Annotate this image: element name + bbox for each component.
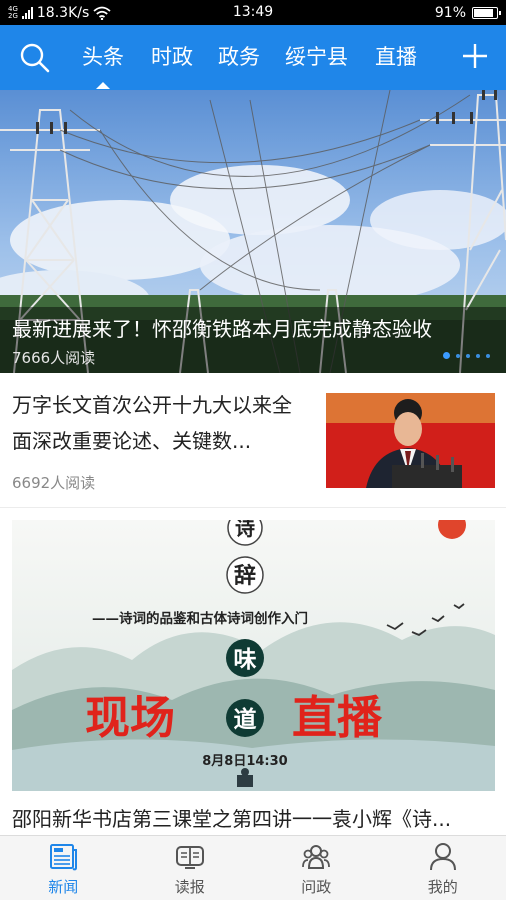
news-title: 万字长文首次公开十九大以来全面深改重要论述、关键数... (12, 393, 292, 453)
hero-title: 最新进展来了！怀邵衡铁路本月底完成静态验收 (12, 317, 432, 341)
poster-image: 诗 辞 ——诗词的品鉴和古体诗词创作入门 味 现场 道 直播 8月8日14:30 (12, 520, 495, 791)
poster-char-3: 味 (234, 646, 257, 673)
reader-icon (175, 846, 204, 869)
tabs-fade (412, 25, 448, 90)
news-item-large[interactable]: 诗 辞 ——诗词的品鉴和古体诗词创作入门 味 现场 道 直播 8月8日14:30… (0, 508, 506, 835)
thumbnail-image (326, 393, 495, 488)
newspaper-icon (50, 844, 78, 871)
poster-datetime: 8月8日14:30 (202, 754, 287, 769)
news-title: 邵阳新华书店第三课堂之第四讲一一袁小辉《诗... (12, 807, 452, 831)
battery-fill (474, 8, 494, 17)
carousel-dot[interactable] (466, 353, 470, 358)
people-icon (302, 845, 331, 869)
nav-reader[interactable]: 读报 (127, 836, 254, 900)
carousel-indicator (443, 352, 490, 359)
hero-read-count: 7666人阅读 (12, 349, 96, 367)
add-channel-button[interactable] (458, 39, 492, 73)
bottom-nav: 新闻 读报 问政 我的 (0, 835, 506, 900)
news-thumbnail (326, 393, 495, 488)
nav-inquiry[interactable]: 问政 (253, 836, 380, 900)
tab-suining[interactable]: 绥宁县 (285, 43, 348, 71)
news-item[interactable]: 万字长文首次公开十九大以来全面深改重要论述、关键数... 6692人阅读 (0, 373, 506, 508)
tab-politics[interactable]: 时政 (151, 43, 193, 71)
poster-char-4: 道 (234, 706, 257, 733)
plus-icon (463, 44, 487, 68)
nav-profile-label: 我的 (427, 878, 458, 896)
poster-headline-left: 现场 (85, 691, 175, 744)
channel-bar: 头条 时政 政务 绥宁县 直播 社 (0, 25, 506, 90)
poster-char-1: 诗 (235, 520, 255, 540)
nav-news-label: 新闻 (48, 878, 79, 896)
tab-government[interactable]: 政务 (218, 43, 260, 71)
tab-headlines[interactable]: 头条 (82, 43, 124, 89)
poster-subtitle: ——诗词的品鉴和古体诗词创作入门 (92, 610, 308, 627)
carousel-dot[interactable] (443, 352, 450, 359)
nav-profile[interactable]: 我的 (380, 836, 506, 900)
status-time: 13:49 (232, 4, 274, 20)
status-right: 91% (434, 0, 501, 25)
carousel-dot[interactable] (486, 353, 490, 358)
hero-caption: 最新进展来了！怀邵衡铁路本月底完成静态验收 7666人阅读 (0, 307, 506, 373)
battery-percent: 91% (434, 4, 466, 21)
battery-icon (472, 6, 501, 19)
news-read-count: 6692人阅读 (12, 474, 96, 492)
poster-char-2: 辞 (234, 563, 256, 589)
carousel-dot[interactable] (476, 353, 480, 358)
news-large-image: 诗 辞 ——诗词的品鉴和古体诗词创作入门 味 现场 道 直播 8月8日14:30 (12, 520, 495, 791)
carousel-dot[interactable] (456, 353, 460, 358)
hero-banner[interactable]: 最新进展来了！怀邵衡铁路本月底完成静态验收 7666人阅读 (0, 90, 506, 373)
nav-reader-label: 读报 (174, 878, 205, 896)
poster-headline-right: 直播 (292, 691, 383, 744)
nav-news[interactable]: 新闻 (0, 836, 127, 900)
search-button[interactable] (18, 41, 52, 75)
search-icon (20, 43, 50, 73)
status-bar: 4G 2G 18.3K/s 13:49 91% (0, 0, 506, 25)
nav-inquiry-label: 问政 (301, 878, 332, 896)
person-icon (429, 843, 456, 871)
channel-tabs: 头条 时政 政务 绥宁县 直播 社 (70, 25, 442, 90)
tab-live[interactable]: 直播 (375, 43, 417, 71)
